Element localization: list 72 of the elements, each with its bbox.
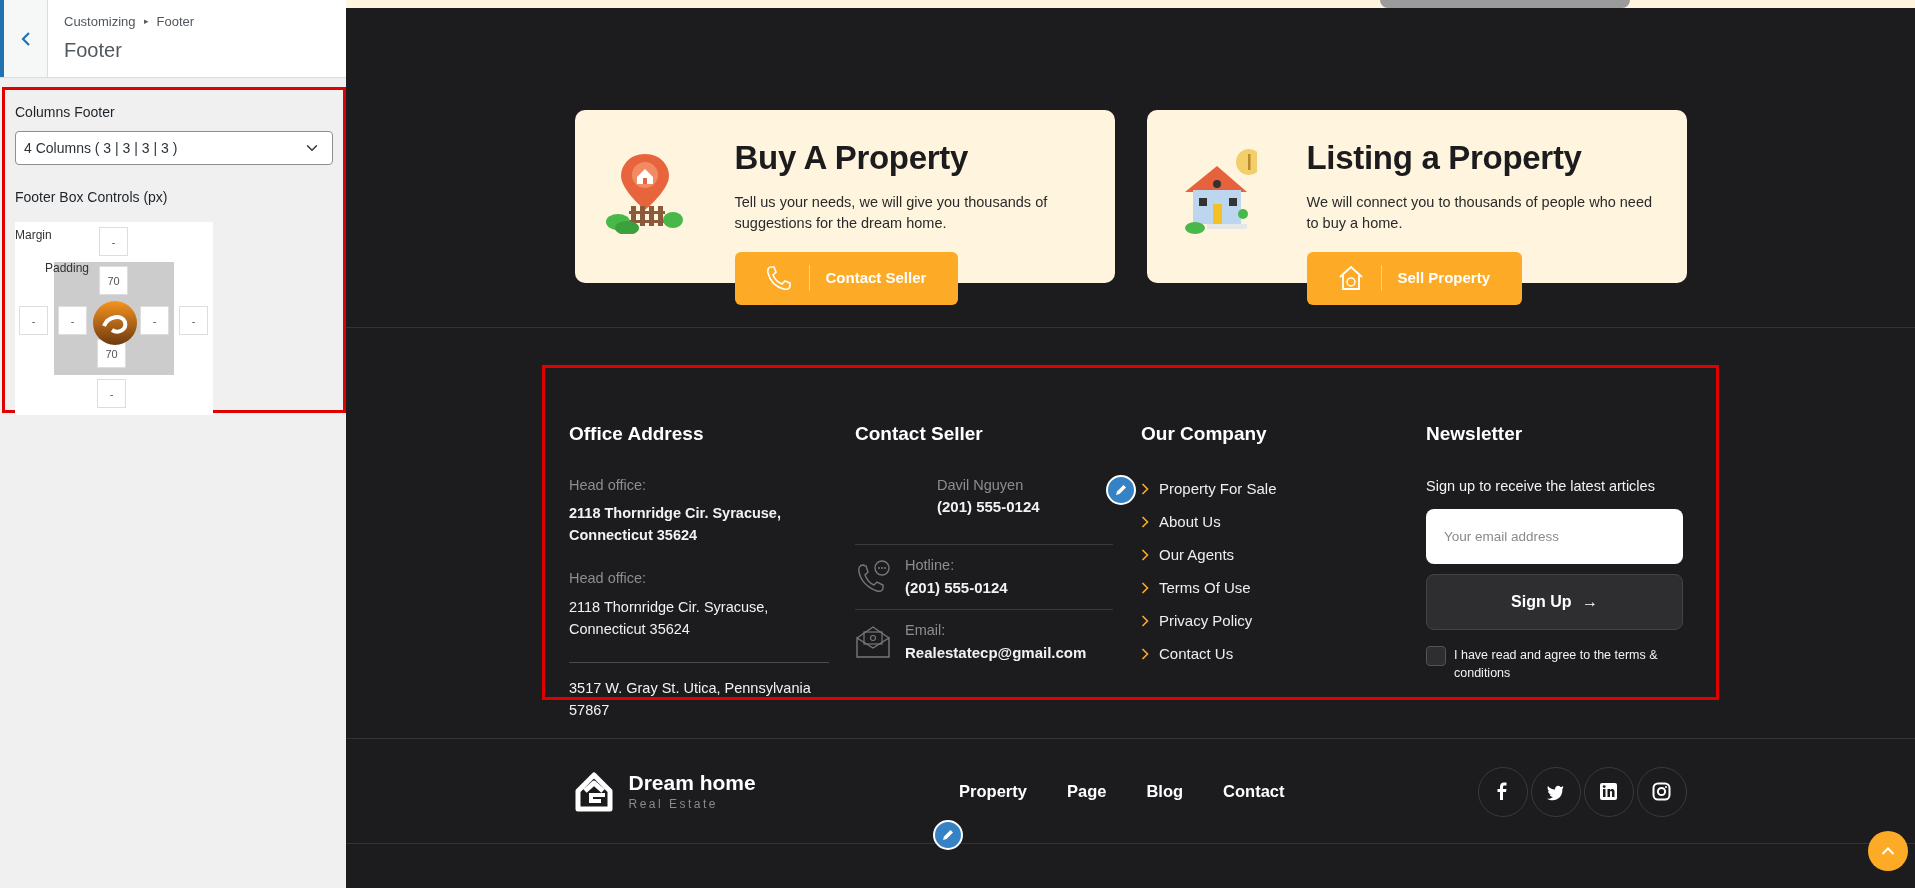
logo-icon <box>92 300 138 346</box>
card-description: Tell us your needs, we will give you thousands of suggestions for the dream home. <box>734 192 1049 233</box>
padding-top-field[interactable]: 70 <box>99 266 128 295</box>
card-description: We will connect you to thousands of people who need to buy a home. <box>1306 192 1654 233</box>
pencil-icon <box>941 828 955 842</box>
contact-value: Realestatecp@gmail.com <box>905 642 1087 663</box>
nav-link[interactable]: Property <box>959 779 1027 804</box>
padding-label: Padding <box>45 260 90 277</box>
chevron-icon <box>1141 516 1149 528</box>
back-button[interactable] <box>0 0 48 77</box>
brand-name: Dream home <box>628 770 756 795</box>
columns-select[interactable]: 4 Columns ( 3 | 3 | 3 | 3 ) <box>15 131 333 165</box>
footer-link[interactable]: Property For Sale <box>1141 472 1277 506</box>
field-label: Columns Footer <box>15 103 116 122</box>
margin-bottom-field[interactable]: - <box>97 379 126 408</box>
margin-top-field[interactable]: - <box>99 227 128 256</box>
in-letter-icon <box>1599 782 1618 801</box>
address-label: Head office: <box>569 569 648 589</box>
chevron-icon <box>1141 549 1149 561</box>
address-text: 3517 W. Gray St. Utica, Pennsylvania 57867 <box>569 679 812 720</box>
envelope-icon <box>855 623 891 660</box>
sign-up-button[interactable]: Sign Up → <box>1426 573 1683 630</box>
nav-link[interactable]: Contact <box>1223 779 1285 804</box>
column-heading: Our Company <box>1141 422 1268 446</box>
card-title: Buy A Property <box>734 138 970 178</box>
contact-label: Hotline: <box>905 556 956 576</box>
address-text: 2118 Thornridge Cir. Syracuse, Connecticut 35624 <box>569 598 770 639</box>
address-text: 2118 Thornridge Cir. Syracuse, Connecticut 35624 <box>569 504 782 546</box>
chevron-icon <box>1141 648 1149 660</box>
edit-shortcut-button[interactable] <box>1106 475 1136 505</box>
breadcrumb-item: Footer <box>156 12 195 31</box>
contact-value: (201) 555-0124 <box>937 497 1040 518</box>
padding-left-field[interactable]: - <box>58 306 87 335</box>
newsletter-text: Sign up to receive the latest articles <box>1426 476 1656 496</box>
footer-link[interactable]: Contact Us <box>1141 637 1234 671</box>
chevron-up-icon <box>1881 846 1895 856</box>
nav-link[interactable]: Page <box>1066 779 1107 804</box>
breadcrumb-item: Customizing <box>64 12 136 31</box>
contact-label: Email: <box>905 621 947 640</box>
footer-link[interactable]: Terms Of Use <box>1141 571 1251 605</box>
scroll-top-button[interactable] <box>1868 831 1908 871</box>
column-heading: Contact Seller <box>855 422 984 446</box>
footer-link[interactable]: About Us <box>1141 505 1221 539</box>
agree-checkbox[interactable] <box>1426 645 1446 666</box>
padding-right-field[interactable]: - <box>140 306 169 335</box>
chevron-icon <box>1141 483 1149 495</box>
field-label: Footer Box Controls (px) <box>15 188 169 207</box>
column-heading: Office Address <box>569 422 705 446</box>
camera-icon <box>1652 782 1671 801</box>
panel-title: Footer <box>64 38 123 64</box>
edit-shortcut-button[interactable] <box>933 820 963 850</box>
chevron-icon <box>1141 615 1149 627</box>
column-heading: Newsletter <box>1426 422 1524 446</box>
agree-label: I have read and agree to the terms & conditions <box>1454 646 1659 682</box>
brand-tagline: Real Estate <box>628 795 720 813</box>
phone-icon <box>764 264 793 293</box>
margin-label: Margin <box>15 227 52 244</box>
nav-link[interactable]: Blog <box>1146 779 1184 804</box>
contact-label: Davil Nguyen <box>937 475 1025 495</box>
back-chevron-icon <box>19 30 32 47</box>
pencil-icon <box>1114 483 1128 497</box>
margin-right-field[interactable]: - <box>179 306 208 335</box>
chevron-icon <box>1141 582 1149 594</box>
address-label: Head office: <box>569 475 648 495</box>
house-logo-icon <box>574 770 613 813</box>
email-field[interactable]: Your email address <box>1426 508 1683 564</box>
footer-link[interactable]: Our Agents <box>1141 538 1235 572</box>
contact-value: (201) 555-0124 <box>905 578 1008 598</box>
card-title: Listing a Property <box>1306 138 1583 178</box>
breadcrumb-separator: ▸ <box>143 14 149 28</box>
margin-left-field[interactable]: - <box>19 306 48 335</box>
footer-link[interactable]: Privacy Policy <box>1141 604 1253 638</box>
